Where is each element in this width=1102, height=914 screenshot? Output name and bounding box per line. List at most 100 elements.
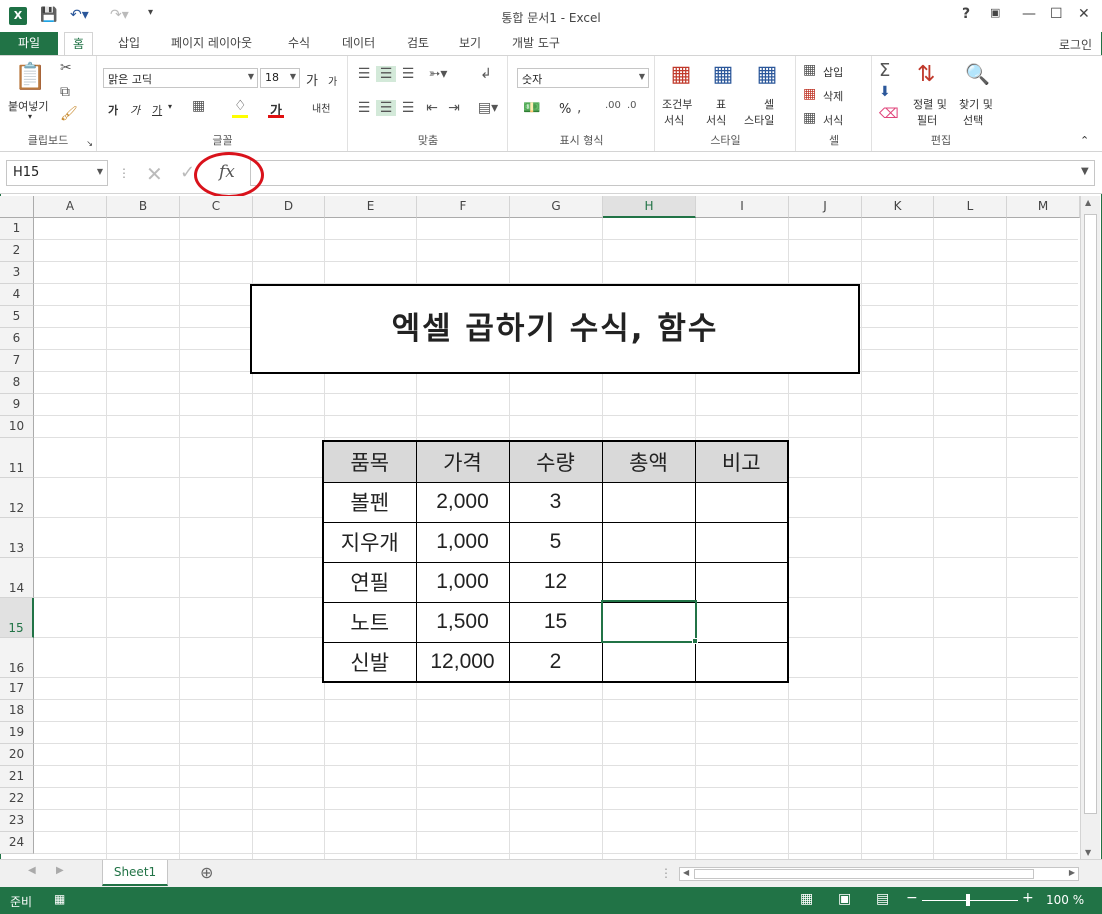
tab-home[interactable]: 홈 <box>64 32 94 56</box>
align-middle-icon[interactable]: ☰ <box>376 66 396 82</box>
font-size-select[interactable]: 18 ▼ <box>260 68 300 88</box>
table-header-cell[interactable]: 가격 <box>415 440 510 483</box>
table-cell[interactable] <box>601 561 696 603</box>
phonetic-button[interactable]: 내천 <box>312 100 330 115</box>
row-header-24[interactable]: 24 <box>0 832 34 854</box>
row-header-13[interactable]: 13 <box>0 518 34 558</box>
table-cell[interactable] <box>601 641 696 683</box>
fill-icon[interactable]: ⬇ <box>879 84 891 100</box>
percent-button[interactable]: % <box>559 102 571 117</box>
zoom-slider[interactable] <box>922 900 1018 901</box>
conditional-format-icon[interactable]: ▦ <box>666 62 696 87</box>
format-as-table-line1[interactable]: 표 <box>716 96 726 112</box>
cell-styles-icon[interactable]: ▦ <box>752 62 782 87</box>
comma-style-icon[interactable]: , <box>577 100 581 116</box>
align-top-icon[interactable]: ☰ <box>355 66 373 82</box>
find-select-line1[interactable]: 찾기 및 <box>959 96 993 112</box>
number-format-select[interactable]: 숫자 ▼ <box>517 68 649 88</box>
tab-page-layout[interactable]: 페이지 레이아웃 <box>163 32 260 56</box>
column-header-e[interactable]: E <box>325 196 417 218</box>
column-header-k[interactable]: K <box>862 196 934 218</box>
zoom-out-icon[interactable]: − <box>906 890 918 906</box>
row-header-3[interactable]: 3 <box>0 262 34 284</box>
page-break-view-icon[interactable]: ▤ <box>876 891 889 907</box>
row-header-2[interactable]: 2 <box>0 240 34 262</box>
table-cell[interactable]: 12 <box>508 561 603 603</box>
clear-icon[interactable]: ⌫ <box>879 106 899 122</box>
minimize-button[interactable]: — <box>1022 6 1036 22</box>
delete-cells-button[interactable]: 삭제 <box>823 88 843 104</box>
paste-dropdown-icon[interactable]: ▾ <box>28 112 32 121</box>
align-left-icon[interactable]: ☰ <box>355 100 373 116</box>
help-button[interactable]: ? <box>962 6 970 22</box>
table-cell[interactable]: 연필 <box>322 561 417 603</box>
format-cells-button[interactable]: 서식 <box>823 112 843 128</box>
row-header-21[interactable]: 21 <box>0 766 34 788</box>
column-header-j[interactable]: J <box>789 196 862 218</box>
fill-handle[interactable] <box>692 638 698 644</box>
table-cell[interactable] <box>694 521 789 563</box>
clipboard-launcher-icon[interactable]: ↘ <box>86 139 93 148</box>
formula-input[interactable] <box>250 160 1095 186</box>
grow-font-button[interactable]: 가 <box>306 70 318 89</box>
zoom-in-icon[interactable]: + <box>1022 890 1034 906</box>
find-select-line2[interactable]: 선택 <box>963 112 983 128</box>
tab-formulas[interactable]: 수식 <box>280 32 318 56</box>
font-name-select[interactable]: 맑은 고딕 ▼ <box>103 68 258 88</box>
row-header-17[interactable]: 17 <box>0 678 34 700</box>
column-header-b[interactable]: B <box>107 196 180 218</box>
cell-styles-line2[interactable]: 스타일 <box>744 112 774 128</box>
table-cell[interactable] <box>601 521 696 563</box>
sheet-tab-sheet1[interactable]: Sheet1 <box>102 860 168 886</box>
table-cell[interactable]: 12,000 <box>415 641 510 683</box>
column-header-c[interactable]: C <box>180 196 253 218</box>
cancel-icon[interactable]: ✕ <box>146 162 163 186</box>
column-header-a[interactable]: A <box>34 196 107 218</box>
table-cell[interactable]: 1,000 <box>415 561 510 603</box>
zoom-slider-thumb[interactable] <box>966 894 970 906</box>
row-header-23[interactable]: 23 <box>0 810 34 832</box>
row-header-4[interactable]: 4 <box>0 284 34 306</box>
row-header-18[interactable]: 18 <box>0 700 34 722</box>
row-header-15[interactable]: 15 <box>0 598 34 638</box>
bold-button[interactable]: 가 <box>108 102 118 118</box>
increase-decimal-icon[interactable]: .00 <box>605 100 621 111</box>
copy-icon[interactable]: ⧉ <box>60 84 70 100</box>
row-header-8[interactable]: 8 <box>0 372 34 394</box>
tab-insert[interactable]: 삽입 <box>110 32 148 56</box>
table-cell[interactable] <box>694 481 789 523</box>
conditional-format-line2[interactable]: 서식 <box>664 112 684 128</box>
table-cell[interactable]: 3 <box>508 481 603 523</box>
border-icon[interactable]: ▦ <box>192 98 205 114</box>
active-cell-outline[interactable] <box>601 600 697 643</box>
row-header-12[interactable]: 12 <box>0 478 34 518</box>
cell-styles-line1[interactable]: 셀 <box>764 96 774 112</box>
fill-color-icon[interactable]: ♢ <box>234 98 247 114</box>
row-header-1[interactable]: 1 <box>0 218 34 240</box>
wrap-text-icon[interactable]: ↲ <box>477 66 495 82</box>
h-scroll-thumb[interactable] <box>694 869 1034 879</box>
row-header-11[interactable]: 11 <box>0 438 34 478</box>
row-header-20[interactable]: 20 <box>0 744 34 766</box>
table-cell[interactable]: 5 <box>508 521 603 563</box>
close-button[interactable]: ✕ <box>1078 6 1090 22</box>
row-header-19[interactable]: 19 <box>0 722 34 744</box>
scroll-down-icon[interactable]: ▼ <box>1085 848 1091 857</box>
table-cell[interactable]: 노트 <box>322 601 417 643</box>
table-cell[interactable]: 1,500 <box>415 601 510 643</box>
align-bottom-icon[interactable]: ☰ <box>399 66 417 82</box>
new-sheet-icon[interactable]: ⊕ <box>200 863 213 882</box>
table-cell[interactable]: 신발 <box>322 641 417 683</box>
find-select-icon[interactable]: 🔍 <box>965 62 990 86</box>
column-header-g[interactable]: G <box>510 196 603 218</box>
underline-button[interactable]: 가 <box>152 102 162 118</box>
insert-cells-button[interactable]: 삽입 <box>823 64 843 80</box>
enter-icon[interactable]: ✓ <box>180 162 195 183</box>
cut-icon[interactable]: ✂ <box>60 60 72 76</box>
column-header-f[interactable]: F <box>417 196 510 218</box>
tab-review[interactable]: 검토 <box>399 32 437 56</box>
format-painter-icon[interactable]: 🖌 <box>60 106 78 122</box>
row-header-7[interactable]: 7 <box>0 350 34 372</box>
table-header-cell[interactable]: 품목 <box>322 440 417 483</box>
select-all-button[interactable] <box>0 196 34 218</box>
